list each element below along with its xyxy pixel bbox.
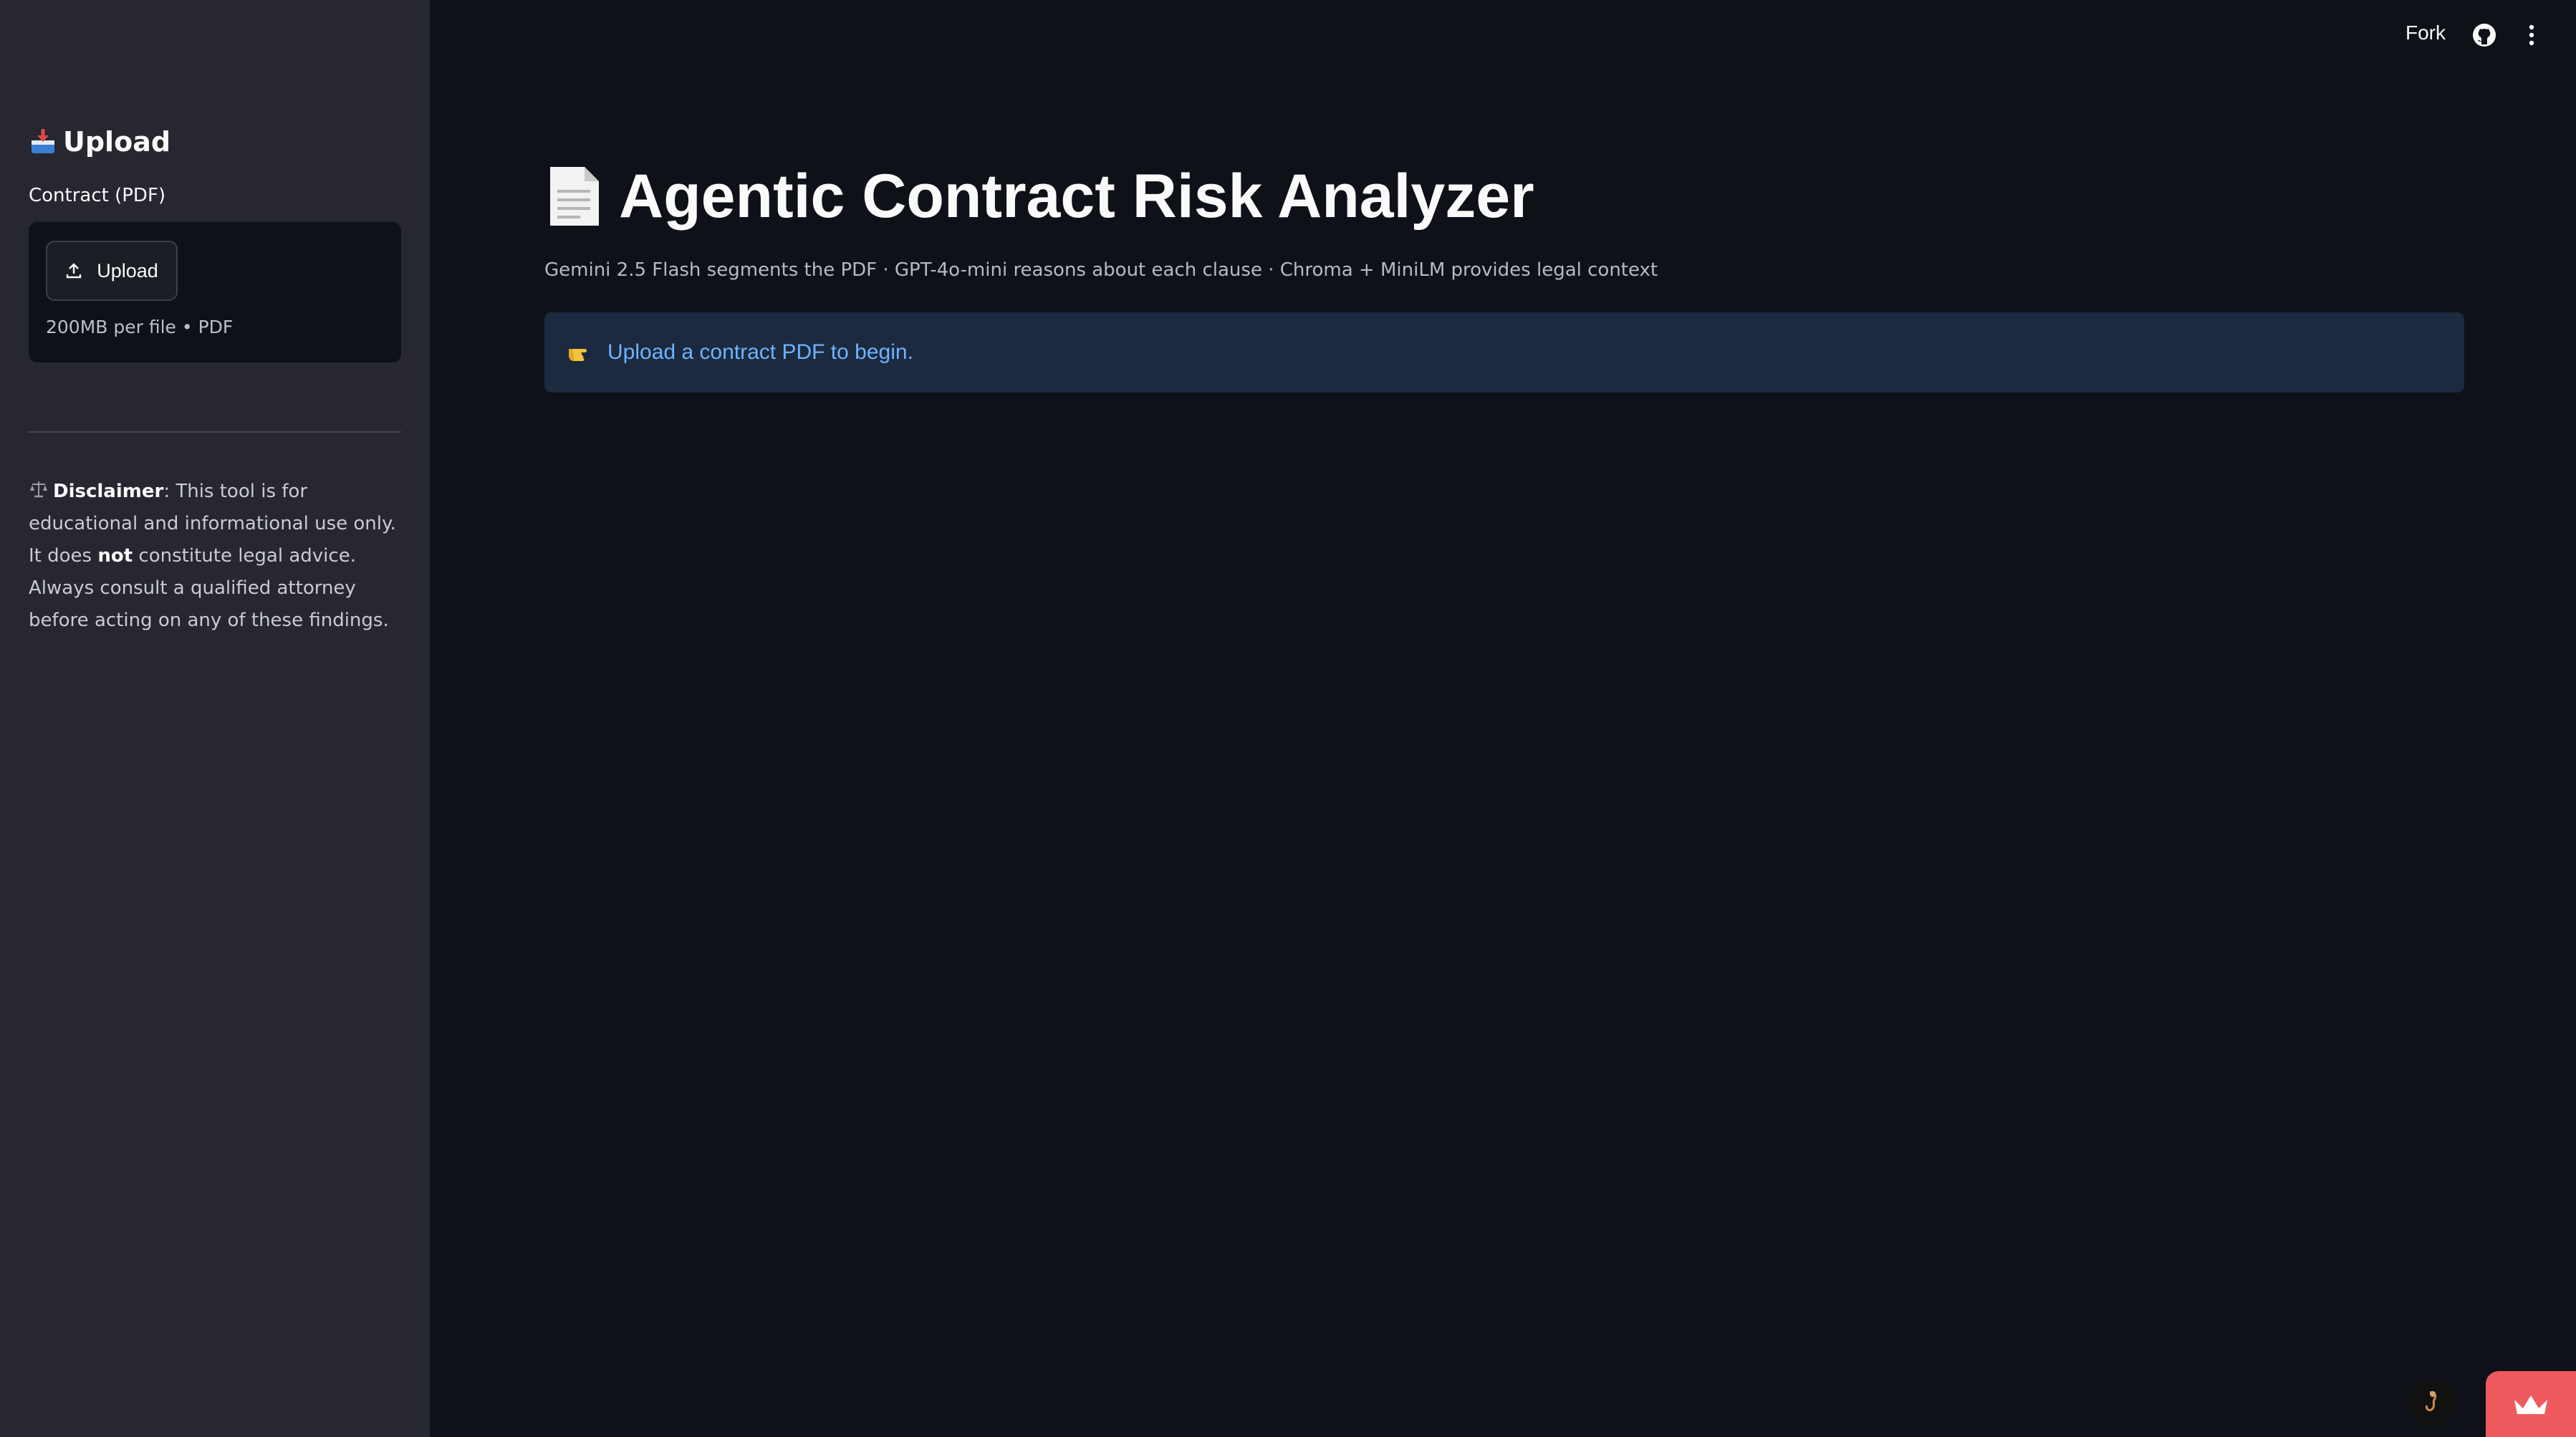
page-title: Agentic Contract Risk Analyzer bbox=[544, 153, 1534, 239]
sidebar: Upload Contract (PDF) Upload 200MB per f… bbox=[0, 0, 430, 1437]
page-title-text: Agentic Contract Risk Analyzer bbox=[619, 161, 1534, 231]
sidebar-divider bbox=[29, 431, 401, 433]
disclaimer-emphasis: not bbox=[97, 545, 133, 567]
info-message: Upload a contract PDF to begin. bbox=[607, 340, 913, 364]
vertical-dots-icon[interactable] bbox=[2523, 22, 2540, 48]
info-alert: Upload a contract PDF to begin. bbox=[544, 312, 2464, 393]
scales-icon bbox=[29, 478, 49, 498]
uploader-label: Contract (PDF) bbox=[29, 185, 166, 206]
file-dropzone[interactable]: Upload 200MB per file • PDF bbox=[29, 222, 401, 362]
upload-button[interactable]: Upload bbox=[46, 241, 178, 301]
inbox-tray-icon bbox=[29, 128, 57, 156]
page-caption: Gemini 2.5 Flash segments the PDF · GPT-… bbox=[544, 259, 1658, 281]
streamlit-badge[interactable] bbox=[2486, 1371, 2576, 1437]
disclaimer-label: Disclaimer bbox=[53, 481, 164, 502]
disclaimer: Disclaimer: This tool is for educational… bbox=[29, 476, 408, 637]
upload-icon bbox=[67, 263, 82, 279]
page-document-icon bbox=[544, 164, 603, 229]
sidebar-header-text: Upload bbox=[63, 126, 171, 158]
upload-limit: 200MB per file • PDF bbox=[46, 317, 234, 337]
pointing-hand-icon bbox=[567, 342, 596, 363]
github-icon[interactable] bbox=[2471, 22, 2497, 48]
upload-button-label: Upload bbox=[97, 259, 158, 282]
avatar[interactable] bbox=[2408, 1378, 2457, 1427]
fork-button[interactable]: Fork bbox=[2406, 21, 2446, 44]
sidebar-header: Upload bbox=[29, 123, 170, 160]
crown-icon bbox=[2514, 1395, 2547, 1414]
